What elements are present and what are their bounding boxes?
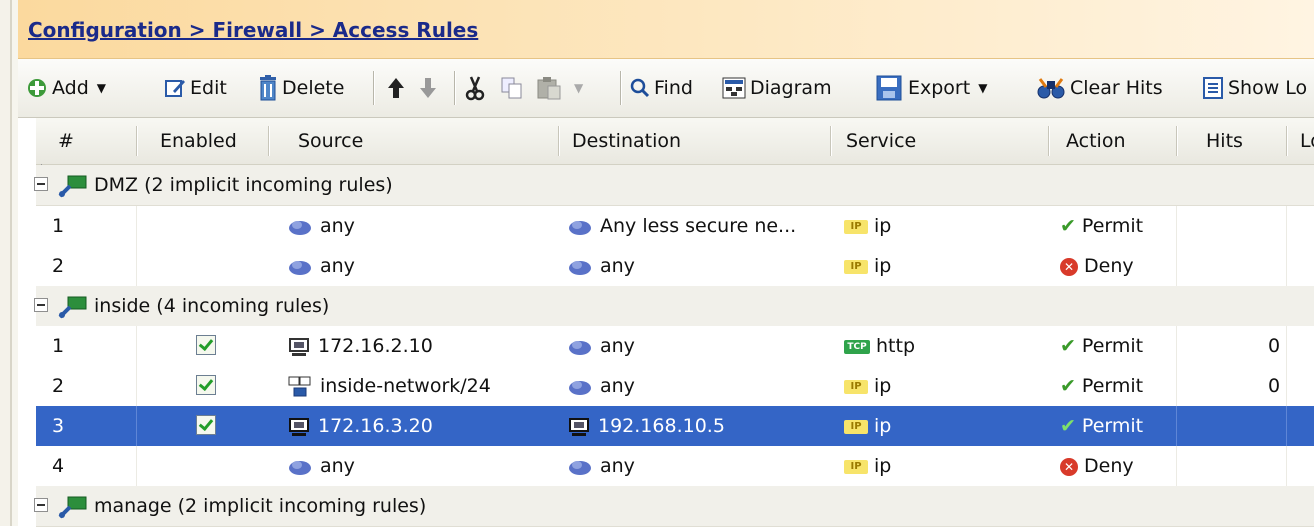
breadcrumb[interactable]: Configuration > Firewall > Access Rules <box>28 18 478 42</box>
breadcrumb-bar: Configuration > Firewall > Access Rules <box>18 0 1314 59</box>
find-button[interactable]: Find <box>630 59 693 117</box>
deny-icon: ✕ <box>1060 457 1078 476</box>
chevron-down-icon[interactable]: ▼ <box>978 81 987 95</box>
delete-button[interactable]: Delete <box>258 59 344 117</box>
network-cloud-icon <box>289 260 311 275</box>
add-button[interactable]: Add ▼ <box>26 59 106 117</box>
diagram-button[interactable]: Diagram <box>722 59 832 117</box>
column-divider[interactable] <box>558 126 559 156</box>
host-icon <box>289 417 309 436</box>
table-row[interactable]: 2 inside-network/24 any IP ip ✔ Permit 0 <box>36 366 1314 407</box>
group-label: manage (2 implicit incoming rules) <box>94 495 427 517</box>
network-cloud-icon <box>569 380 591 395</box>
column-header-num[interactable]: # <box>58 118 74 164</box>
interface-icon <box>58 165 88 205</box>
table-row[interactable]: 1 any Any less secure ne... IP ip ✔ Permit <box>36 206 1314 247</box>
permit-check-icon: ✔ <box>1060 215 1076 237</box>
network-object-icon <box>288 376 311 396</box>
column-header-action[interactable]: Action <box>1066 118 1126 164</box>
interface-icon <box>58 286 88 326</box>
ip-protocol-icon: IP <box>844 419 868 434</box>
move-down-button[interactable] <box>418 59 442 117</box>
column-divider[interactable] <box>268 126 269 156</box>
permit-check-icon: ✔ <box>1060 415 1076 437</box>
export-button[interactable]: Export ▼ <box>874 59 987 117</box>
collapse-icon[interactable] <box>34 498 48 512</box>
host-icon <box>289 337 309 356</box>
export-icon <box>874 74 904 102</box>
left-panel-edge <box>0 0 18 526</box>
chevron-down-icon[interactable]: ▼ <box>97 81 106 95</box>
paste-icon <box>536 76 562 100</box>
column-header-log[interactable]: Lo <box>1300 118 1314 164</box>
toolbar-separator <box>620 71 621 105</box>
table-row-selected[interactable]: 3 172.16.3.20 192.168.10.5 IP ip ✔ Permit <box>36 406 1314 447</box>
toolbar: Add ▼ Edit Delete ▼ Find Diagram Export … <box>18 59 1314 118</box>
permit-check-icon: ✔ <box>1060 375 1076 397</box>
collapse-icon[interactable] <box>34 177 48 191</box>
interface-group-inside[interactable]: inside (4 incoming rules) <box>34 286 1314 327</box>
group-label: DMZ (2 implicit incoming rules) <box>94 174 393 196</box>
clear-hits-button[interactable]: Clear Hits <box>1036 59 1163 117</box>
network-cloud-icon <box>569 460 591 475</box>
column-divider[interactable] <box>1286 126 1287 156</box>
arrow-down-icon <box>418 76 438 100</box>
access-rules-table: # Enabled Source Destination Service Act… <box>34 118 1314 527</box>
tcp-protocol-icon: TCP <box>844 339 870 354</box>
paste-button[interactable]: ▼ <box>536 59 583 117</box>
enabled-checkbox[interactable] <box>196 335 216 355</box>
network-cloud-icon <box>569 340 591 355</box>
table-header: # Enabled Source Destination Service Act… <box>36 118 1314 166</box>
log-icon <box>1202 76 1224 100</box>
chevron-down-icon[interactable]: ▼ <box>574 81 583 95</box>
column-divider[interactable] <box>1048 126 1049 156</box>
diagram-icon <box>722 77 746 99</box>
host-icon <box>569 417 589 436</box>
column-header-destination[interactable]: Destination <box>572 118 681 164</box>
column-divider[interactable] <box>136 126 137 156</box>
interface-group-dmz[interactable]: DMZ (2 implicit incoming rules) <box>34 165 1314 206</box>
arrow-up-icon <box>386 76 406 100</box>
collapse-icon[interactable] <box>34 298 48 312</box>
trash-icon <box>258 75 278 101</box>
scissors-icon <box>464 75 486 101</box>
permit-check-icon: ✔ <box>1060 335 1076 357</box>
search-icon <box>630 78 650 98</box>
group-label: inside (4 incoming rules) <box>94 295 330 317</box>
enabled-checkbox[interactable] <box>196 415 216 435</box>
ip-protocol-icon: IP <box>844 219 868 234</box>
column-header-service[interactable]: Service <box>846 118 916 164</box>
network-cloud-icon <box>289 220 311 235</box>
ip-protocol-icon: IP <box>844 459 868 474</box>
add-icon <box>26 77 48 99</box>
copy-icon <box>500 76 524 100</box>
column-header-source[interactable]: Source <box>298 118 363 164</box>
deny-icon: ✕ <box>1060 257 1078 276</box>
toolbar-separator <box>373 71 374 105</box>
network-cloud-icon <box>569 220 591 235</box>
network-cloud-icon <box>569 260 591 275</box>
show-log-button[interactable]: Show Lo <box>1202 59 1307 117</box>
table-row[interactable]: 2 any any IP ip ✕ Deny <box>36 246 1314 287</box>
table-row[interactable]: 1 172.16.2.10 any TCP http ✔ Permit 0 <box>36 326 1314 367</box>
column-divider[interactable] <box>830 126 831 156</box>
edit-icon <box>164 77 186 99</box>
interface-icon <box>58 486 88 526</box>
column-header-hits[interactable]: Hits <box>1206 118 1243 164</box>
column-divider[interactable] <box>1176 126 1177 156</box>
table-row[interactable]: 4 any any IP ip ✕ Deny <box>36 446 1314 487</box>
copy-button[interactable] <box>500 59 528 117</box>
column-header-enabled[interactable]: Enabled <box>160 118 237 164</box>
move-up-button[interactable] <box>386 59 410 117</box>
ip-protocol-icon: IP <box>844 259 868 274</box>
toolbar-separator <box>454 71 455 105</box>
interface-group-manage[interactable]: manage (2 implicit incoming rules) <box>34 486 1314 527</box>
enabled-checkbox[interactable] <box>196 375 216 395</box>
binoculars-icon <box>1036 75 1066 101</box>
cut-button[interactable] <box>464 59 490 117</box>
network-cloud-icon <box>289 460 311 475</box>
edit-button[interactable]: Edit <box>164 59 227 117</box>
ip-protocol-icon: IP <box>844 379 868 394</box>
